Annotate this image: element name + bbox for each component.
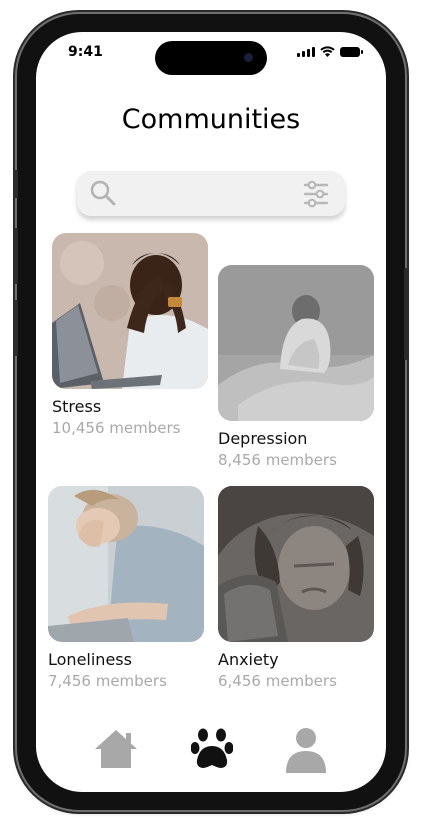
community-name: Depression — [218, 429, 308, 448]
community-card-anxiety[interactable]: Anxiety 6,456 members — [218, 486, 374, 691]
community-card-stress[interactable]: Stress 10,456 members — [52, 233, 208, 438]
member-count: 10,456 members — [52, 419, 181, 437]
wifi-icon — [320, 46, 335, 57]
community-name: Loneliness — [48, 650, 132, 669]
community-card-depression[interactable]: Depression 8,456 members — [218, 265, 374, 470]
nav-home[interactable] — [92, 727, 140, 775]
home-icon[interactable] — [92, 727, 140, 771]
status-indicators — [297, 46, 363, 57]
nav-profile[interactable] — [284, 727, 328, 777]
member-count: 6,456 members — [218, 672, 337, 690]
app-screen: 9:41 Communities Stress 10,456 members D… — [36, 32, 386, 792]
anxiety-photo — [218, 486, 374, 642]
paw-icon[interactable] — [190, 727, 234, 771]
stress-photo — [52, 233, 208, 389]
cellular-signal-icon — [297, 46, 315, 57]
filter-sliders-icon[interactable] — [303, 180, 329, 208]
member-count: 8,456 members — [218, 451, 337, 469]
power-button — [404, 268, 408, 360]
mute-switch — [14, 170, 18, 198]
profile-icon[interactable] — [284, 727, 328, 773]
nav-community[interactable] — [190, 727, 234, 775]
status-time: 9:41 — [68, 44, 103, 60]
search-input[interactable] — [125, 179, 299, 209]
dynamic-island — [155, 41, 267, 75]
community-name: Anxiety — [218, 650, 279, 669]
community-name: Stress — [52, 397, 102, 416]
loneliness-photo — [48, 486, 204, 642]
volume-up-button — [14, 228, 18, 284]
community-card-loneliness[interactable]: Loneliness 7,456 members — [48, 486, 204, 691]
search-icon[interactable] — [89, 179, 117, 207]
bottom-nav — [36, 727, 386, 787]
camera-icon — [244, 53, 253, 62]
volume-down-button — [14, 300, 18, 356]
member-count: 7,456 members — [48, 672, 167, 690]
depression-photo — [218, 265, 374, 421]
search-bar[interactable] — [77, 171, 345, 216]
battery-icon — [340, 46, 363, 57]
page-title: Communities — [121, 104, 301, 135]
